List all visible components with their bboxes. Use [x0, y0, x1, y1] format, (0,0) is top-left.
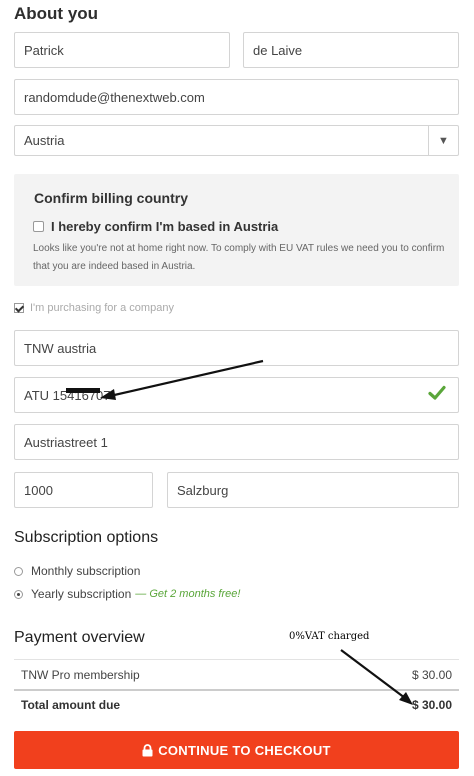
total-price: $ 30.00: [411, 698, 452, 712]
zip-input[interactable]: 1000: [14, 472, 153, 508]
monthly-option[interactable]: Monthly subscription: [14, 564, 140, 578]
company-purchase-row[interactable]: I'm purchasing for a company: [14, 302, 174, 314]
zip-value: 1000: [24, 482, 53, 498]
payment-heading: Payment overview: [14, 629, 145, 646]
monthly-label[interactable]: Monthly subscription: [31, 564, 140, 578]
monthly-radio[interactable]: [14, 566, 23, 576]
company-name-input[interactable]: TNW austria: [14, 330, 459, 366]
confirm-country-label[interactable]: I hereby confirm I'm based in Austria: [51, 219, 278, 234]
about-you-heading: About you: [14, 4, 99, 23]
country-value: Austria: [24, 133, 65, 148]
yearly-radio[interactable]: [14, 589, 23, 599]
last-name-input[interactable]: de Laive: [243, 32, 459, 68]
yearly-promo: — Get 2 months free!: [135, 588, 241, 600]
email-input[interactable]: randomdude@thenextweb.com: [14, 79, 459, 115]
first-name-input[interactable]: Patrick: [14, 32, 230, 68]
confirm-billing-heading: Confirm billing country: [34, 190, 188, 206]
last-name-value: de Laive: [253, 42, 303, 58]
city-input[interactable]: Salzburg: [167, 472, 459, 508]
yearly-option[interactable]: Yearly subscription — Get 2 months free!: [14, 587, 240, 601]
city-value: Salzburg: [177, 482, 229, 498]
chevron-down-icon[interactable]: ▼: [428, 126, 458, 155]
continue-to-checkout-button[interactable]: CONTINUE TO CHECKOUT: [14, 731, 459, 769]
subscription-heading: Subscription options: [14, 529, 159, 546]
company-name-value: TNW austria: [24, 340, 97, 356]
vat-number-input[interactable]: ATU 15416707: [14, 377, 459, 413]
vat-number-value: ATU 15416707: [24, 387, 111, 403]
vat-rules-note: Looks like you're not at home right now.…: [33, 243, 445, 272]
company-checkbox-label[interactable]: I'm purchasing for a company: [30, 302, 174, 314]
line-item-price: $ 30.00: [411, 667, 452, 682]
yearly-label[interactable]: Yearly subscription: [31, 587, 131, 601]
confirm-billing-panel: Confirm billing country I hereby confirm…: [14, 174, 459, 286]
line-item-row: TNW Pro membership $ 30.00: [14, 659, 459, 689]
total-label: Total amount due: [21, 698, 121, 712]
street-value: Austriastreet 1: [24, 434, 108, 450]
total-row: Total amount due $ 30.00: [14, 689, 459, 719]
first-name-value: Patrick: [24, 42, 64, 58]
email-value: randomdude@thenextweb.com: [24, 89, 205, 105]
line-item-label: TNW Pro membership: [21, 667, 140, 682]
vat-annotation: 0%VAT charged: [289, 631, 370, 642]
country-select[interactable]: Austria ▼: [14, 125, 459, 156]
valid-check-icon: [428, 385, 446, 400]
confirm-country-row[interactable]: I hereby confirm I'm based in Austria: [33, 219, 278, 234]
checkout-label: CONTINUE TO CHECKOUT: [158, 742, 331, 758]
company-checkbox[interactable]: [14, 303, 24, 313]
street-input[interactable]: Austriastreet 1: [14, 424, 459, 460]
lock-icon: [142, 743, 153, 756]
confirm-country-checkbox[interactable]: [33, 221, 44, 232]
